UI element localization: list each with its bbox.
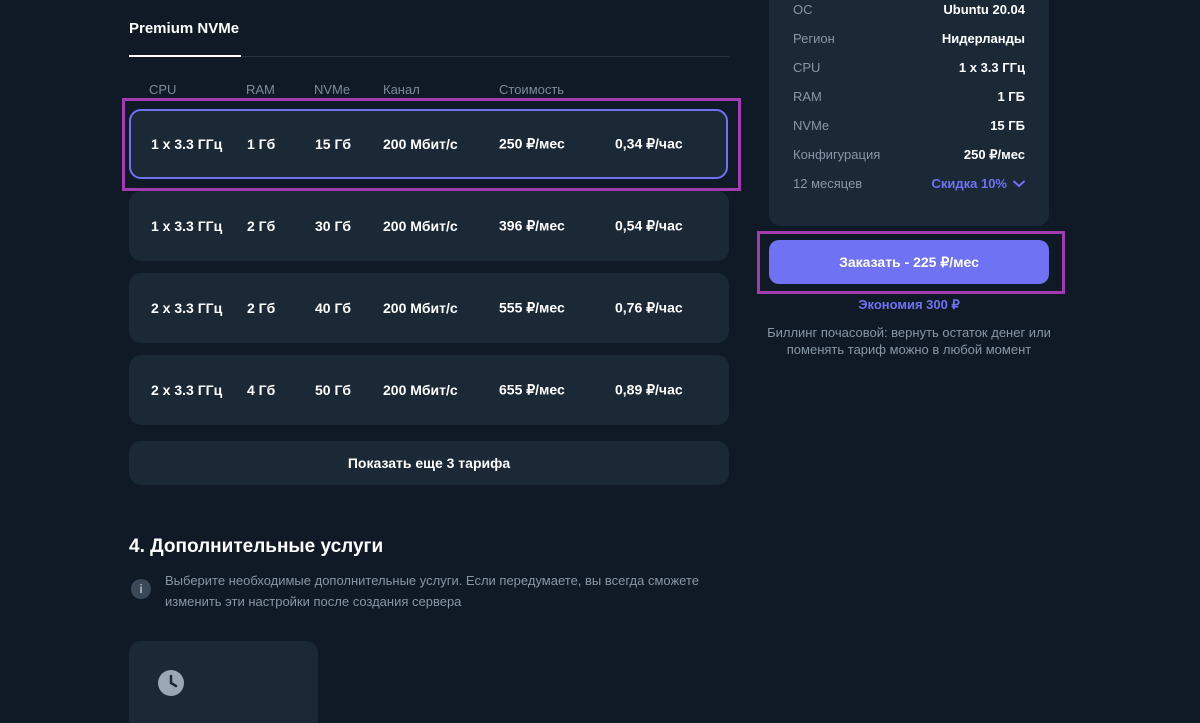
summary-value: Ubuntu 20.04 — [943, 2, 1025, 17]
summary-label: NVMe — [793, 118, 830, 133]
clock-icon — [158, 670, 184, 696]
column-header-cost: Стоимость — [499, 82, 565, 97]
summary-row-nvme: NVMe 15 ГБ — [793, 118, 1025, 133]
plan-ram: 2 Гб — [247, 218, 276, 234]
plan-row[interactable]: 2 x 3.3 ГГц 2 Гб 40 Гб 200 Мбит/с 555 ₽/… — [129, 273, 729, 343]
summary-row-region: Регион Нидерланды — [793, 31, 1025, 46]
order-button[interactable]: Заказать - 225 ₽/мес — [769, 240, 1049, 284]
summary-value: Нидерланды — [941, 31, 1025, 46]
plan-nvme: 30 Гб — [315, 218, 352, 234]
summary-label: Конфигурация — [793, 147, 881, 162]
plan-cpu: 2 x 3.3 ГГц — [151, 300, 223, 316]
plan-channel: 200 Мбит/с — [383, 218, 458, 234]
summary-value: 15 ГБ — [990, 118, 1025, 133]
plan-hourly-price: 0,54 ₽/час — [615, 217, 683, 234]
chevron-down-icon — [1013, 180, 1025, 187]
summary-row-period: 12 месяцев Скидка 10% — [793, 176, 1025, 191]
plan-nvme: 50 Гб — [315, 382, 352, 398]
plan-row-selected[interactable]: 1 x 3.3 ГГц 1 Гб 15 Гб 200 Мбит/с 250 ₽/… — [129, 109, 728, 179]
plan-ram: 4 Гб — [247, 382, 276, 398]
plan-monthly-price: 396 ₽/мес — [499, 217, 565, 234]
summary-label: CPU — [793, 60, 821, 75]
plan-monthly-price: 250 ₽/мес — [499, 135, 565, 152]
services-info-text: Выберите необходимые дополнительные услу… — [165, 573, 700, 609]
summary-label: 12 месяцев — [793, 176, 863, 191]
discount-label: Скидка 10% — [931, 176, 1007, 191]
summary-value: 1 ГБ — [997, 89, 1025, 104]
summary-label: ОС — [793, 2, 813, 17]
plan-nvme: 40 Гб — [315, 300, 352, 316]
service-card-backup[interactable] — [129, 641, 318, 723]
summary-row-ram: RAM 1 ГБ — [793, 89, 1025, 104]
plan-ram: 1 Гб — [247, 136, 276, 152]
plan-channel: 200 Мбит/с — [383, 136, 458, 152]
column-header-cpu: CPU — [149, 82, 177, 97]
column-header-nvme: NVMe — [314, 82, 351, 97]
tariff-tabs: Premium NVMe — [129, 0, 729, 57]
summary-label: RAM — [793, 89, 822, 104]
plan-nvme: 15 Гб — [315, 136, 352, 152]
plan-monthly-price: 655 ₽/мес — [499, 381, 565, 398]
plan-hourly-price: 0,34 ₽/час — [615, 135, 683, 152]
plan-cpu: 1 x 3.3 ГГц — [151, 218, 223, 234]
summary-row-configuration: Конфигурация 250 ₽/мес — [793, 147, 1025, 163]
info-icon: i — [131, 579, 151, 599]
plan-cpu: 2 x 3.3 ГГц — [151, 382, 223, 398]
plan-hourly-price: 0,76 ₽/час — [615, 299, 683, 316]
order-summary: ОС Ubuntu 20.04 Регион Нидерланды CPU 1 … — [769, 0, 1049, 226]
summary-row-os: ОС Ubuntu 20.04 — [793, 2, 1025, 17]
billing-note: Биллинг почасовой: вернуть остаток денег… — [767, 325, 1051, 357]
plan-row[interactable]: 1 x 3.3 ГГц 2 Гб 30 Гб 200 Мбит/с 396 ₽/… — [129, 191, 729, 261]
plan-monthly-price: 555 ₽/мес — [499, 299, 565, 316]
summary-value: 1 x 3.3 ГГц — [958, 60, 1025, 75]
section-title-additional-services: 4. Дополнительные услуги — [129, 536, 384, 557]
show-more-tariffs-button[interactable]: Показать еще 3 тарифа — [129, 441, 729, 485]
plan-hourly-price: 0,89 ₽/час — [615, 381, 683, 398]
summary-row-cpu: CPU 1 x 3.3 ГГц — [793, 60, 1025, 75]
column-header-channel: Канал — [383, 82, 420, 97]
plan-channel: 200 Мбит/с — [383, 382, 458, 398]
column-header-ram: RAM — [246, 82, 275, 97]
discount-dropdown[interactable]: Скидка 10% — [931, 176, 1025, 191]
summary-label: Регион — [793, 31, 835, 46]
plan-channel: 200 Мбит/с — [383, 300, 458, 316]
plan-row[interactable]: 2 x 3.3 ГГц 4 Гб 50 Гб 200 Мбит/с 655 ₽/… — [129, 355, 729, 425]
plan-ram: 2 Гб — [247, 300, 276, 316]
summary-value: 250 ₽/мес — [963, 147, 1025, 162]
tab-premium-nvme[interactable]: Premium NVMe — [129, 20, 242, 57]
savings-text: Экономия 300 ₽ — [858, 297, 960, 312]
plan-cpu: 1 x 3.3 ГГц — [151, 136, 223, 152]
